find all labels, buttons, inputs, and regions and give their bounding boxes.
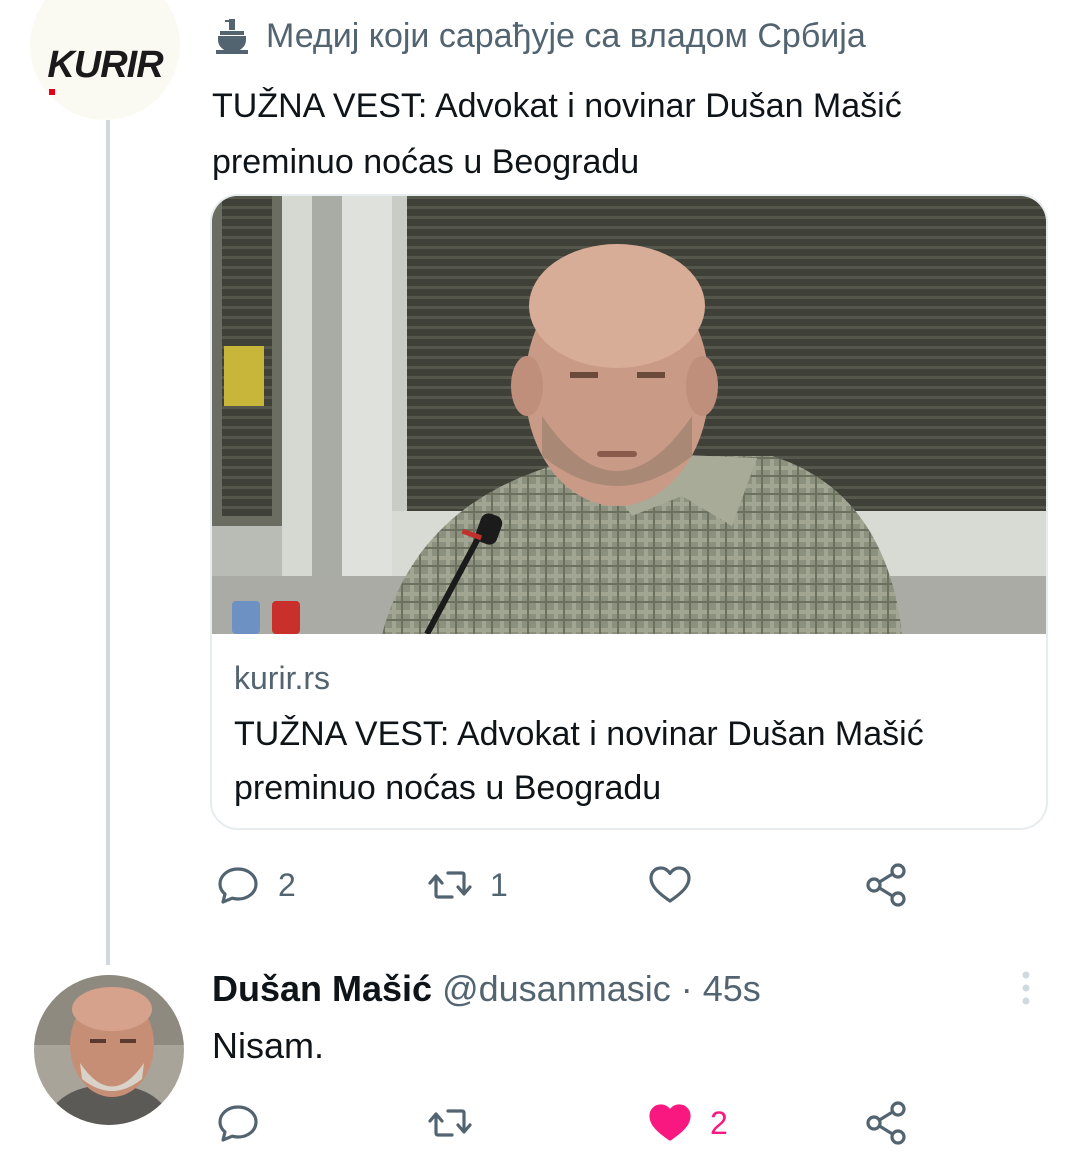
link-card[interactable]: kurir.rs TUŽNA VEST: Advokat i novinar D… — [210, 194, 1048, 830]
more-vertical-icon[interactable] — [1012, 968, 1040, 1008]
heart-icon — [649, 866, 691, 903]
display-name[interactable]: Dušan Mašić — [212, 968, 432, 1009]
retweet-count: 1 — [490, 866, 508, 903]
like-button[interactable] — [646, 861, 710, 909]
reply-icon — [218, 1105, 258, 1142]
like-count: 2 — [710, 1104, 728, 1141]
link-card-title: TUŽNA VEST: Advokat i novinar Dušan Maši… — [234, 715, 924, 807]
tweet-text: TUŽNA VEST: Advokat i novinar Dušan Maši… — [212, 87, 902, 181]
state-affiliated-label[interactable]: Медиј који сарађује са владом Србија — [212, 16, 866, 56]
user-handle[interactable]: @dusanmasic — [442, 968, 671, 1009]
share-icon — [866, 863, 906, 907]
user-avatar[interactable] — [34, 975, 184, 1125]
like-button[interactable]: 2 — [646, 1099, 728, 1147]
reply-tweet-actions: 2 — [214, 1098, 934, 1148]
tweet-timestamp[interactable]: 45s — [703, 968, 761, 1009]
reply-count: 2 — [278, 866, 296, 903]
share-icon — [866, 1101, 906, 1145]
header-separator: · — [680, 968, 693, 1009]
thread-connector-line — [106, 120, 110, 965]
state-affiliated-label-text: Медиј који сарађује са владом Србија — [266, 16, 866, 55]
reply-tweet-text: Nisam. — [212, 1025, 325, 1066]
retweet-icon — [428, 1109, 472, 1137]
retweet-button[interactable]: 1 — [426, 861, 508, 909]
retweet-button[interactable] — [426, 1099, 490, 1147]
reply-icon — [218, 867, 258, 904]
reply-button[interactable]: 2 — [214, 861, 296, 909]
retweet-icon — [428, 871, 472, 899]
link-card-domain: kurir.rs — [234, 660, 330, 696]
reply-header: Dušan Mašić @dusanmasic · 45s — [212, 966, 761, 1012]
reply-button[interactable] — [214, 1099, 278, 1147]
tweet-actions: 2 1 — [214, 860, 934, 910]
kurir-avatar[interactable]: KURIR — [30, 0, 180, 120]
link-card-image — [212, 196, 1046, 634]
share-button[interactable] — [862, 861, 910, 909]
share-button[interactable] — [862, 1099, 910, 1147]
government-building-icon — [216, 19, 248, 54]
kurir-logo: KURIR — [47, 44, 164, 95]
heart-icon — [649, 1104, 691, 1141]
